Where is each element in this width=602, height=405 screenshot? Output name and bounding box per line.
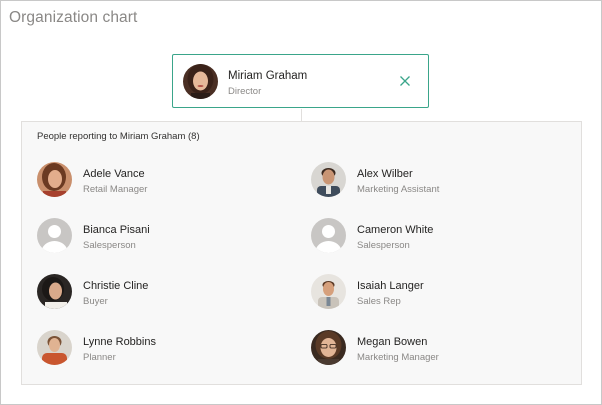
- person-photo: [37, 274, 72, 309]
- person-name: Lynne Robbins: [83, 336, 156, 348]
- report-item-megan-bowen[interactable]: Megan Bowen Marketing Manager: [311, 330, 541, 370]
- person-title: Buyer: [83, 296, 108, 307]
- person-title: Sales Rep: [357, 296, 401, 307]
- manager-title: Director: [228, 86, 262, 97]
- report-item-alex-wilber[interactable]: Alex Wilber Marketing Assistant: [311, 162, 541, 202]
- avatar: [37, 274, 72, 309]
- person-name: Cameron White: [357, 224, 434, 236]
- report-item-adele-vance[interactable]: Adele Vance Retail Manager: [37, 162, 267, 202]
- person-photo: [37, 330, 72, 365]
- avatar: [311, 162, 346, 197]
- org-connector-line: [301, 109, 302, 121]
- person-name: Adele Vance: [83, 168, 145, 180]
- org-chart-window: Organization chart Miriam Graham Directo…: [0, 0, 602, 405]
- report-item-cameron-white[interactable]: Cameron White Salesperson: [311, 218, 541, 258]
- person-name: Megan Bowen: [357, 336, 428, 348]
- person-title: Retail Manager: [83, 184, 148, 195]
- manager-photo: [183, 64, 218, 99]
- person-name: Isaiah Langer: [357, 280, 424, 292]
- direct-reports-panel: People reporting to Miriam Graham (8) Ad…: [21, 121, 582, 385]
- close-icon: [400, 76, 410, 86]
- report-item-lynne-robbins[interactable]: Lynne Robbins Planner: [37, 330, 267, 370]
- report-item-bianca-pisani[interactable]: Bianca Pisani Salesperson: [37, 218, 267, 258]
- avatar: [37, 162, 72, 197]
- manager-card[interactable]: Miriam Graham Director: [172, 54, 429, 108]
- avatar: [311, 330, 346, 365]
- avatar: [311, 274, 346, 309]
- report-item-isaiah-langer[interactable]: Isaiah Langer Sales Rep: [311, 274, 541, 314]
- person-name: Christie Cline: [83, 280, 149, 292]
- avatar: [37, 330, 72, 365]
- person-name: Alex Wilber: [357, 168, 413, 180]
- person-photo: [311, 162, 346, 197]
- direct-reports-heading: People reporting to Miriam Graham (8): [37, 131, 200, 142]
- page-title: Organization chart: [9, 9, 138, 26]
- person-title: Planner: [83, 352, 116, 363]
- person-title: Salesperson: [357, 240, 410, 251]
- person-title: Marketing Manager: [357, 352, 439, 363]
- person-photo: [311, 274, 346, 309]
- avatar: [37, 218, 72, 253]
- manager-avatar: [183, 64, 218, 99]
- person-placeholder-icon: [311, 218, 346, 253]
- person-photo: [311, 330, 346, 365]
- person-placeholder-icon: [37, 218, 72, 253]
- avatar: [311, 218, 346, 253]
- person-photo: [37, 162, 72, 197]
- person-title: Marketing Assistant: [357, 184, 440, 195]
- close-button[interactable]: [397, 73, 413, 89]
- person-name: Bianca Pisani: [83, 224, 150, 236]
- manager-name: Miriam Graham: [228, 70, 308, 82]
- person-title: Salesperson: [83, 240, 136, 251]
- report-item-christie-cline[interactable]: Christie Cline Buyer: [37, 274, 267, 314]
